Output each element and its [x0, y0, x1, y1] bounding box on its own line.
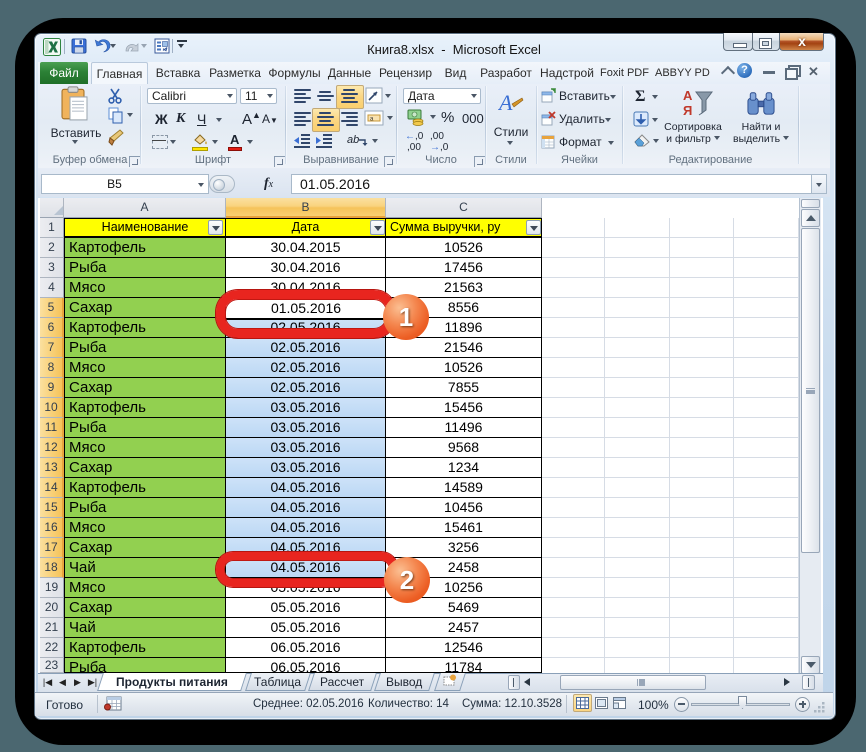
svg-text:ab: ab — [347, 134, 359, 146]
svg-text:А: А — [683, 88, 693, 103]
svg-text:A: A — [498, 90, 513, 114]
svg-text:Я: Я — [683, 103, 692, 118]
